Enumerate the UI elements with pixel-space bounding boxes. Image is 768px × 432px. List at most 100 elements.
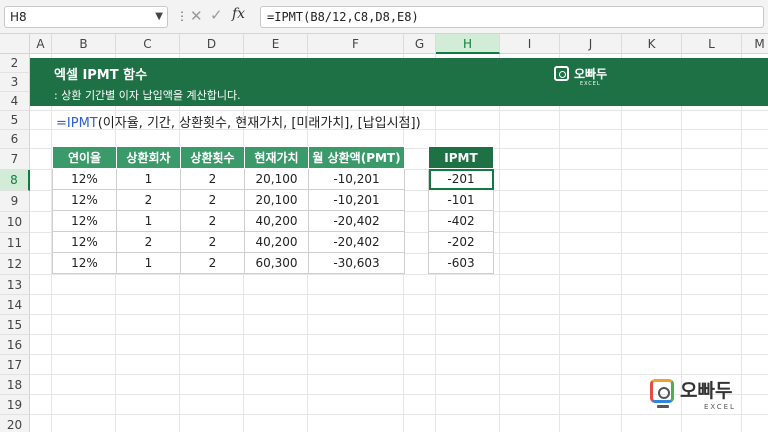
row-header-10[interactable]: 10 (0, 212, 30, 233)
column-header-h[interactable]: H (436, 34, 500, 54)
check-icon[interactable]: ✓ (210, 6, 223, 24)
table-cell[interactable]: 20,100 (244, 189, 309, 211)
ipmt-cell[interactable]: -202 (428, 231, 494, 253)
grid-line (30, 334, 768, 335)
column-header-k[interactable]: K (622, 34, 682, 54)
table-row: 12% 1 2 40,200 -20,402 (52, 210, 405, 232)
table-cell[interactable]: 2 (180, 168, 245, 190)
active-cell[interactable]: -201 (428, 168, 494, 190)
column-header-g[interactable]: G (404, 34, 436, 54)
table-cell[interactable]: 12% (52, 168, 117, 190)
row-header-12[interactable]: 12 (0, 254, 30, 275)
row-header-4[interactable]: 4 (0, 92, 30, 111)
monitor-logo-icon (554, 66, 569, 81)
row-header-11[interactable]: 11 (0, 233, 30, 254)
banner-logo-text: 오빠두 (574, 67, 608, 81)
table-cell[interactable]: 1 (116, 252, 181, 274)
table-cell[interactable]: 2 (180, 189, 245, 211)
table-cell[interactable]: -20,402 (308, 231, 405, 253)
row-header-2[interactable]: 2 (0, 54, 30, 73)
table-cell[interactable]: -20,402 (308, 210, 405, 232)
table-cell[interactable]: 2 (180, 231, 245, 253)
table-cell[interactable]: -30,603 (308, 252, 405, 274)
ipmt-cell[interactable]: -603 (428, 252, 494, 274)
syntax-line[interactable]: =IPMT(이자율, 기간, 상환횟수, 현재가치, [미래가치], [납입시점… (56, 112, 421, 131)
cancel-icon[interactable]: ✕ (190, 7, 203, 25)
row-header-13[interactable]: 13 (0, 275, 30, 295)
column-header-m[interactable]: M (742, 34, 768, 54)
column-header-f[interactable]: F (308, 34, 404, 54)
table-row: 12% 2 2 20,100 -10,201 (52, 189, 405, 211)
table-cell[interactable]: 12% (52, 189, 117, 211)
row-header-8[interactable]: 8 (0, 170, 30, 191)
monitor-logo-icon (650, 379, 674, 403)
table-cell[interactable]: 12% (52, 252, 117, 274)
table-cell[interactable]: 2 (180, 210, 245, 232)
table-row: -603 (428, 252, 494, 274)
row-header-17[interactable]: 17 (0, 355, 30, 375)
row-header-3[interactable]: 3 (0, 73, 30, 92)
grid-line (30, 274, 768, 275)
table-cell[interactable]: 40,200 (244, 231, 309, 253)
column-header-j[interactable]: J (560, 34, 622, 54)
column-header-i[interactable]: I (500, 34, 560, 54)
table-cell[interactable]: 12% (52, 210, 117, 232)
title-banner: 엑셀 IPMT 함수 : 상환 기간별 이자 납입액을 계산합니다. 오빠두 E… (30, 58, 768, 106)
bottom-logo: 오빠두 EXCEL (648, 376, 760, 416)
row-header-16[interactable]: 16 (0, 335, 30, 355)
column-header-d[interactable]: D (180, 34, 244, 54)
column-header-l[interactable]: L (682, 34, 742, 54)
chevron-down-icon[interactable]: ▼ (155, 7, 163, 27)
select-all-corner[interactable] (0, 34, 30, 54)
table-cell[interactable]: 20,100 (244, 168, 309, 190)
ipmt-cell[interactable]: -101 (428, 189, 494, 211)
syntax-args: (이자율, 기간, 상환횟수, 현재가치, [미래가치], [납입시점]) (97, 116, 421, 131)
grid-line (30, 374, 768, 375)
table-row: -402 (428, 210, 494, 232)
table-header[interactable]: 상환회차 (116, 146, 181, 169)
name-box-value: H8 (10, 10, 27, 24)
table-cell[interactable]: 2 (116, 231, 181, 253)
row-header-19[interactable]: 19 (0, 395, 30, 415)
more-options-icon[interactable]: ⋮ (176, 9, 188, 23)
column-header-c[interactable]: C (116, 34, 180, 54)
row-header-20[interactable]: 20 (0, 415, 30, 432)
row-header-5[interactable]: 5 (0, 111, 30, 130)
grid-line (30, 294, 768, 295)
table-cell[interactable]: 60,300 (244, 252, 309, 274)
table-cell[interactable]: 1 (116, 210, 181, 232)
table-header[interactable]: 월 상환액(PMT) (308, 146, 405, 169)
table-header[interactable]: 현재가치 (244, 146, 309, 169)
insert-function-icon[interactable]: fx (232, 6, 245, 22)
table-cell[interactable]: 2 (180, 252, 245, 274)
formula-bar: H8 ▼ ⋮ ✕ ✓ fx =IPMT(B8/12,C8,D8,E8) (0, 0, 768, 34)
row-header-6[interactable]: 6 (0, 130, 30, 149)
grid-line (30, 110, 768, 111)
ipmt-header[interactable]: IPMT (428, 146, 494, 169)
table-row: -201 (428, 168, 494, 190)
column-header-e[interactable]: E (244, 34, 308, 54)
bottom-logo-text: 오빠두 (680, 380, 733, 402)
column-header-b[interactable]: B (52, 34, 116, 54)
formula-input[interactable]: =IPMT(B8/12,C8,D8,E8) (260, 6, 764, 28)
table-cell[interactable]: 1 (116, 168, 181, 190)
table-cell[interactable]: 40,200 (244, 210, 309, 232)
table-row: 12% 2 2 40,200 -20,402 (52, 231, 405, 253)
table-cell[interactable]: 12% (52, 231, 117, 253)
grid-line (30, 314, 768, 315)
column-header-a[interactable]: A (30, 34, 52, 54)
table-row: 12% 1 2 20,100 -10,201 (52, 168, 405, 190)
row-header-9[interactable]: 9 (0, 191, 30, 212)
row-header-7[interactable]: 7 (0, 149, 30, 170)
row-header-14[interactable]: 14 (0, 295, 30, 315)
row-header-15[interactable]: 15 (0, 315, 30, 335)
banner-title: 엑셀 IPMT 함수 (54, 68, 148, 83)
table-header[interactable]: 상환횟수 (180, 146, 245, 169)
row-header-18[interactable]: 18 (0, 375, 30, 395)
table-header[interactable]: 연이율 (52, 146, 117, 169)
table-cell[interactable]: -10,201 (308, 168, 405, 190)
table-cell[interactable]: -10,201 (308, 189, 405, 211)
ipmt-cell[interactable]: -402 (428, 210, 494, 232)
name-box[interactable]: H8 ▼ (4, 6, 168, 28)
table-cell[interactable]: 2 (116, 189, 181, 211)
